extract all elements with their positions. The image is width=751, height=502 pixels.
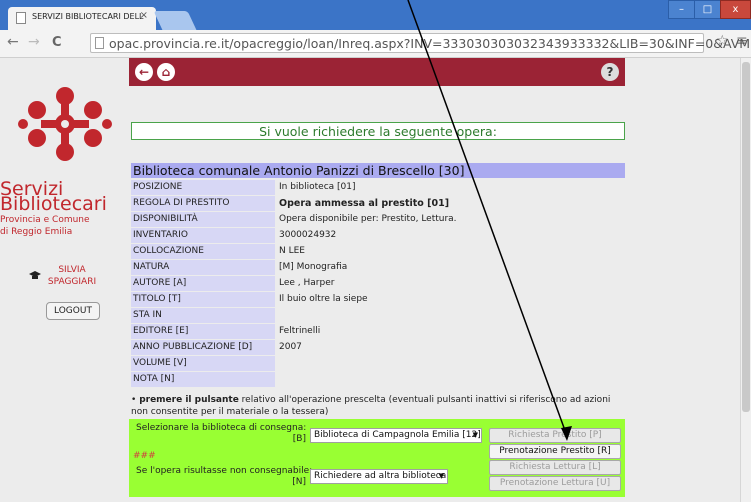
tab-title: SERVIZI BIBLIOTECARI DELL <box>32 12 144 21</box>
field-label-nota: NOTA [N] <box>131 372 275 387</box>
field-value-autore: Lee , Harper <box>279 278 335 288</box>
page-icon <box>95 37 104 49</box>
richiesta-prestito-button[interactable]: Richiesta Prestito [P] <box>489 428 621 443</box>
field-label-natura: NATURA <box>131 260 275 275</box>
request-question: Si vuole richiedere la seguente opera: <box>259 124 497 139</box>
delivery-library-select[interactable]: Biblioteca di Campagnola Emilia [12] ▼ <box>310 428 482 443</box>
graduation-cap-icon <box>29 271 41 279</box>
delivery-library-key: [B] <box>292 434 306 444</box>
address-bar[interactable]: opac.provincia.re.it/opacreggio/loan/Inr… <box>90 33 751 53</box>
field-label-regola: REGOLA DI PRESTITO <box>131 196 275 211</box>
field-value-inventario: 3000024932 <box>279 230 337 240</box>
field-label-sta-in: STA IN <box>131 308 275 323</box>
back-arrow-icon[interactable]: ← <box>135 63 153 81</box>
window-close-button[interactable]: x <box>720 0 751 19</box>
separator-marks: ### <box>133 451 156 461</box>
instruction-bold: premere il pulsante <box>139 395 239 405</box>
field-label-inventario: INVENTARIO <box>131 228 275 243</box>
request-question-box: Si vuole richiedere la seguente opera: <box>131 122 625 140</box>
delivery-library-value: Biblioteca di Campagnola Emilia [12] <box>314 430 481 440</box>
library-title: Biblioteca comunale Antonio Panizzi di B… <box>133 163 465 178</box>
address-url: opac.provincia.re.it/opacreggio/loan/Inr… <box>109 36 751 51</box>
back-icon[interactable]: ← <box>7 34 19 50</box>
field-value-collocazione: N LEE <box>279 246 305 256</box>
field-value-editore: Feltrinelli <box>279 326 321 336</box>
field-label-editore: EDITORE [E] <box>131 324 275 339</box>
brand-subtitle-line2: di Reggio Emilia <box>0 227 73 237</box>
prenotazione-prestito-button[interactable]: Prenotazione Prestito [R] <box>489 444 621 459</box>
fallback-label: Se l'opera risultasse non consegnabile: <box>136 466 313 476</box>
window-minimize-button[interactable]: – <box>668 0 695 19</box>
scrollbar-thumb[interactable] <box>742 62 750 412</box>
window-maximize-button[interactable]: □ <box>694 0 721 19</box>
prenotazione-lettura-button[interactable]: Prenotazione Lettura [U] <box>489 476 621 491</box>
field-label-autore: AUTORE [A] <box>131 276 275 291</box>
home-icon[interactable]: ⌂ <box>157 63 175 81</box>
field-value-posizione: In biblioteca [01] <box>279 182 356 192</box>
logout-button[interactable]: LOGOUT <box>46 302 100 320</box>
fallback-select[interactable]: Richiedere ad altra biblioteca ▼ <box>310 469 448 484</box>
field-label-collocazione: COLLOCAZIONE <box>131 244 275 259</box>
field-value-titolo: Il buio oltre la siepe <box>279 294 368 304</box>
page-header-bar: ← ⌂ ? <box>129 58 625 86</box>
brand-logo-icon <box>18 87 112 161</box>
help-icon[interactable]: ? <box>601 63 619 81</box>
field-value-disponibilita: Opera disponibile per: Prestito, Lettura… <box>279 214 457 224</box>
fallback-key: [N] <box>292 477 306 487</box>
instruction-note: • premere il pulsante relativo all'opera… <box>131 394 625 418</box>
delivery-library-label: Selezionare la biblioteca di consegna: <box>136 423 307 433</box>
field-value-regola: Opera ammessa al prestito [01] <box>279 198 450 209</box>
chevron-down-icon: ▼ <box>438 472 444 480</box>
field-label-posizione: POSIZIONE <box>131 180 275 195</box>
forward-icon[interactable]: → <box>28 34 40 50</box>
field-value-natura: [M] Monografia <box>279 262 348 272</box>
field-label-anno: ANNO PUBBLICAZIONE [D] <box>131 340 275 355</box>
brand-name-line2: Bibliotecari <box>0 193 107 215</box>
tab-close-icon[interactable]: × <box>140 10 148 21</box>
brand-subtitle-line1: Provincia e Comune <box>0 215 90 225</box>
reload-icon[interactable]: C <box>52 35 62 50</box>
chevron-down-icon: ▼ <box>472 431 478 439</box>
field-value-anno: 2007 <box>279 342 302 352</box>
page-favicon-icon <box>16 12 26 24</box>
instruction-bullet: • <box>131 395 137 405</box>
browser-tab[interactable]: SERVIZI BIBLIOTECARI DELL × <box>8 7 156 30</box>
user-first-name: SILVIA <box>58 265 86 275</box>
field-label-volume: VOLUME [V] <box>131 356 275 371</box>
library-header: Biblioteca comunale Antonio Panizzi di B… <box>131 163 625 178</box>
richiesta-lettura-button[interactable]: Richiesta Lettura [L] <box>489 460 621 475</box>
field-label-titolo: TITOLO [T] <box>131 292 275 307</box>
field-label-disponibilita: DISPONIBILITÀ <box>131 212 275 227</box>
user-last-name: SPAGGIARI <box>47 277 97 287</box>
fallback-value: Richiedere ad altra biblioteca <box>314 471 447 481</box>
